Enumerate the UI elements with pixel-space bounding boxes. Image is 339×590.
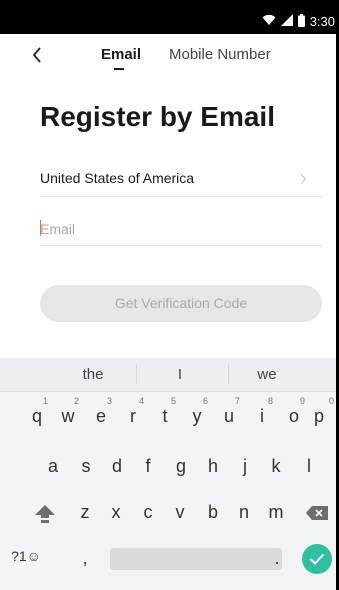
key-p[interactable]: p0	[304, 396, 334, 436]
suggestion-strip: the I we	[0, 358, 336, 392]
key-a[interactable]: a	[38, 446, 68, 486]
key-c[interactable]: c	[133, 492, 163, 532]
key-r[interactable]: r4	[118, 396, 148, 436]
status-bar: 3:30	[0, 0, 336, 34]
wifi-icon	[262, 14, 276, 30]
key-v[interactable]: v	[165, 492, 195, 532]
enter-key[interactable]	[302, 544, 332, 574]
key-y[interactable]: y6	[182, 396, 212, 436]
suggestion-i[interactable]: I	[134, 366, 226, 383]
top-nav: Email Mobile Number	[0, 34, 336, 82]
key-u[interactable]: u7	[214, 396, 244, 436]
space-key[interactable]	[110, 548, 282, 570]
status-time: 3:30	[309, 14, 335, 29]
key-q[interactable]: q1	[22, 396, 52, 436]
key-h[interactable]: h	[198, 446, 228, 486]
suggestion-the[interactable]: the	[47, 366, 139, 383]
key-k[interactable]: k	[261, 446, 291, 486]
key-m[interactable]: m	[261, 492, 291, 532]
symbols-key[interactable]: ?1☺	[6, 538, 46, 578]
key-comma[interactable]: ,	[70, 538, 100, 578]
key-z[interactable]: z	[70, 492, 100, 532]
key-t[interactable]: t5	[150, 396, 180, 436]
key-b[interactable]: b	[198, 492, 228, 532]
key-d[interactable]: d	[102, 446, 132, 486]
checkmark-icon	[309, 553, 325, 565]
country-selector[interactable]: United States of America	[40, 164, 322, 197]
chevron-right-icon	[298, 172, 308, 184]
key-g[interactable]: g	[166, 446, 196, 486]
key-i[interactable]: i8	[247, 396, 277, 436]
text-cursor	[40, 220, 41, 236]
key-n[interactable]: n	[229, 492, 259, 532]
key-x[interactable]: x	[101, 492, 131, 532]
backspace-icon[interactable]	[302, 492, 332, 532]
key-j[interactable]: j	[230, 446, 260, 486]
key-l[interactable]: l	[294, 446, 324, 486]
chevron-left-icon[interactable]	[28, 44, 50, 66]
key-period[interactable]: .	[262, 538, 292, 578]
suggestion-we[interactable]: we	[221, 366, 313, 383]
email-field[interactable]	[40, 219, 310, 239]
email-field-row	[40, 214, 322, 246]
page-title: Register by Email	[40, 101, 275, 132]
key-f[interactable]: f	[133, 446, 163, 486]
soft-keyboard: the I we q1 w2 e3 r4 t5 y6 u7 i8 o9 p0 a…	[0, 358, 336, 590]
country-label: United States of America	[40, 170, 195, 186]
tab-indicator	[114, 68, 124, 70]
key-s[interactable]: s	[71, 446, 101, 486]
key-w[interactable]: w2	[53, 396, 83, 436]
signal-icon	[280, 14, 293, 30]
tab-email[interactable]: Email	[101, 46, 141, 63]
shift-icon[interactable]	[30, 492, 60, 532]
key-e[interactable]: e3	[86, 396, 116, 436]
tab-mobile-number[interactable]: Mobile Number	[169, 46, 271, 63]
battery-icon	[297, 13, 305, 31]
get-verification-code-button[interactable]: Get Verification Code	[40, 285, 322, 322]
register-screen: 3:30 Email Mobile Number Register by Ema…	[0, 0, 336, 590]
